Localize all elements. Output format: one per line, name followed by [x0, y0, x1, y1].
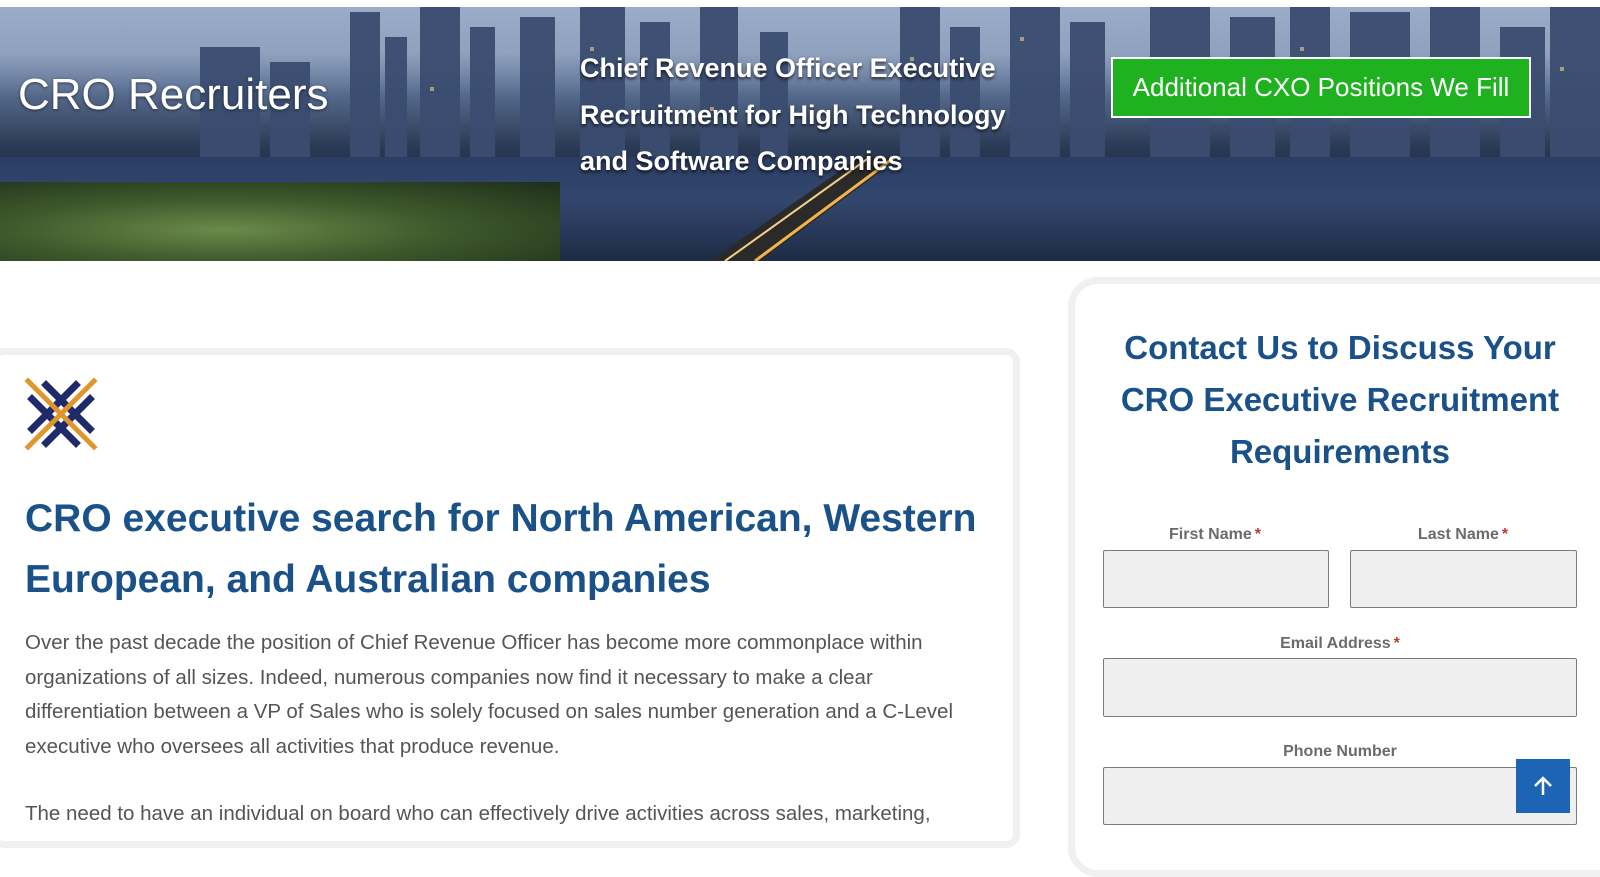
first-name-input[interactable] [1103, 550, 1329, 608]
contact-heading: Contact Us to Discuss Your CRO Executive… [1120, 329, 1560, 470]
arrow-up-icon [1534, 776, 1552, 795]
last-name-input[interactable] [1350, 550, 1577, 608]
phone-input[interactable] [1103, 767, 1577, 825]
first-name-label: First Name * [1169, 526, 1261, 543]
park-lawn [0, 182, 560, 261]
email-label: Email Address * [1280, 635, 1400, 652]
crossed-bars-logo-icon [24, 377, 98, 451]
hero-tagline: Chief Revenue Officer Executive Recruitm… [580, 53, 1006, 176]
required-mark: * [1501, 526, 1509, 543]
last-name-label: Last Name * [1417, 526, 1509, 543]
second-paragraph: The need to have an individual on board … [25, 802, 931, 825]
cxo-positions-button[interactable]: Additional CXO Positions We Fill [1111, 57, 1531, 118]
required-mark: * [1393, 635, 1400, 652]
scroll-to-top-button[interactable] [1516, 759, 1570, 813]
intro-paragraph: Over the past decade the position of Chi… [25, 631, 954, 758]
main-heading: CRO executive search for North American,… [25, 497, 977, 601]
email-input[interactable] [1103, 658, 1577, 717]
phone-label: Phone Number [1283, 743, 1397, 760]
required-mark: * [1254, 526, 1261, 543]
site-brand[interactable]: CRO Recruiters [18, 70, 329, 120]
